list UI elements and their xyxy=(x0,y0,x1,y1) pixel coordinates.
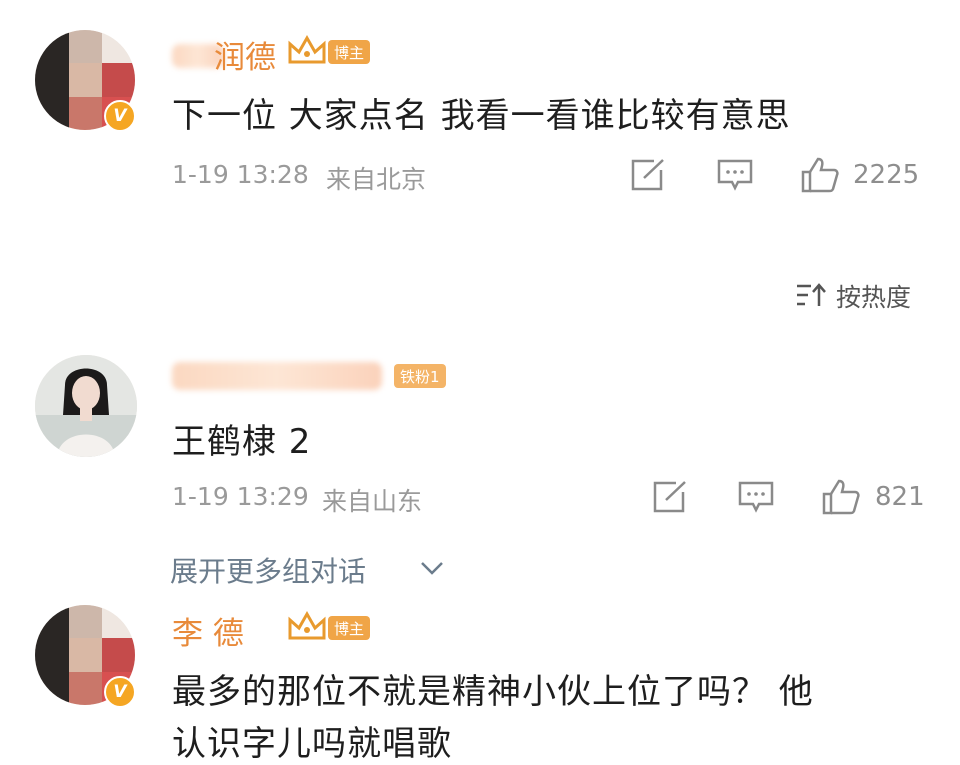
blurred-name xyxy=(172,362,382,390)
comment-location: 来自北京 xyxy=(326,165,427,194)
like-icon[interactable] xyxy=(821,478,861,516)
comment-time: 1-19 13:28 xyxy=(172,160,309,189)
comment-text: 王鹤棣 2 xyxy=(172,422,312,462)
chevron-down-icon[interactable] xyxy=(418,558,446,578)
comment-text: 下一位 大家点名 我看一看谁比较有意思 xyxy=(172,96,791,136)
author-name[interactable]: 李 德 xyxy=(172,608,244,653)
verified-v-icon: V xyxy=(104,676,136,708)
comment-text-line-1: 最多的那位不就是精神小伙上位了吗？ 他 xyxy=(172,672,814,712)
sort-icon[interactable] xyxy=(795,282,827,308)
verified-v-icon: V xyxy=(104,100,136,132)
crown-icon xyxy=(288,34,326,64)
comment-location: 来自山东 xyxy=(322,487,423,516)
avatar-image xyxy=(35,355,137,457)
blogger-badge: 博主 xyxy=(328,40,371,64)
comment-icon[interactable] xyxy=(737,480,775,514)
comment-text-line-2: 认识字儿吗就唱歌 xyxy=(172,724,452,764)
share-icon[interactable] xyxy=(630,158,666,192)
blogger-badge: 博主 xyxy=(328,616,371,640)
comment-icon[interactable] xyxy=(716,158,754,192)
like-count: 821 xyxy=(875,482,925,512)
share-icon[interactable] xyxy=(652,480,688,514)
like-icon[interactable] xyxy=(800,156,840,194)
crown-icon xyxy=(288,610,326,640)
sort-by-hot-button[interactable]: 按热度 xyxy=(836,278,911,314)
like-count: 2225 xyxy=(853,160,920,190)
comment-time: 1-19 13:29 xyxy=(172,482,309,511)
author-avatar[interactable] xyxy=(35,355,137,457)
expand-more-conversations-link[interactable]: 展开更多组对话 xyxy=(170,550,366,590)
author-name[interactable]: 润德 xyxy=(214,32,276,77)
fan-badge: 铁粉1 xyxy=(394,364,446,388)
